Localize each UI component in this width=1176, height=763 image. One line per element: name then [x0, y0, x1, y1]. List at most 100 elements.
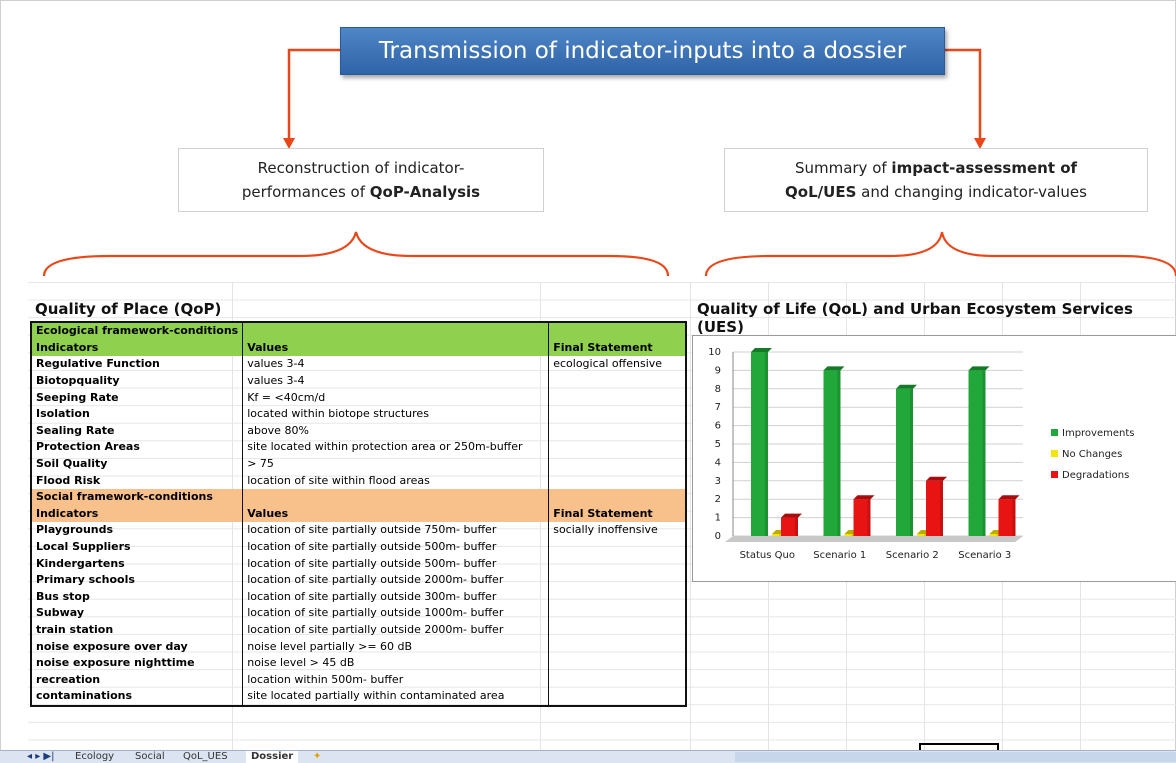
table-row-cell[interactable]: Sealing Rate: [31, 422, 244, 440]
table-row-cell[interactable]: location of site partially outside 500m-…: [242, 555, 550, 572]
table-row-cell[interactable]: [548, 472, 687, 489]
table-row-cell[interactable]: Regulative Function: [31, 356, 244, 373]
soc-header-row-cell[interactable]: Indicators: [31, 505, 244, 523]
table-row-cell[interactable]: [548, 389, 687, 406]
eco-header-row-cell[interactable]: Values: [242, 339, 550, 357]
table-row-cell[interactable]: noise exposure over day: [31, 638, 244, 655]
table-row-cell[interactable]: [548, 588, 687, 606]
tab-dossier[interactable]: Dossier: [246, 751, 299, 763]
eco-section-row-cell[interactable]: [242, 322, 550, 340]
table-row-cell[interactable]: Biotopquality: [31, 372, 244, 390]
eco-header-row-cell[interactable]: Final Statement: [548, 339, 687, 357]
table-row-cell[interactable]: noise level partially >= 60 dB: [242, 638, 550, 655]
table-row: train station location of site partially …: [31, 621, 687, 639]
table-row-cell[interactable]: values 3-4: [242, 372, 550, 390]
table-row: Kindergartens location of site partially …: [31, 555, 687, 572]
table-row-cell[interactable]: noise exposure nighttime: [31, 654, 244, 672]
eco-header-row-cell[interactable]: Indicators: [31, 339, 244, 357]
table-row-cell[interactable]: Protection Areas: [31, 439, 244, 456]
soc-header-row: Indicators Values Final Statement: [31, 505, 687, 523]
table-row-cell[interactable]: [548, 688, 687, 706]
soc-section-row-cell[interactable]: [242, 488, 550, 506]
table-row-cell[interactable]: location of site partially outside 2000m…: [242, 621, 550, 639]
eco-section-row-cell[interactable]: [548, 322, 687, 340]
bar-top: [853, 495, 875, 500]
table-row-cell[interactable]: Soil Quality: [31, 455, 244, 473]
bar-shadow: [940, 480, 943, 536]
table-row-cell[interactable]: [548, 605, 687, 622]
table-row-cell[interactable]: ecological offensive: [548, 356, 687, 373]
soc-header-row-cell[interactable]: Values: [242, 505, 550, 523]
table-row-cell[interactable]: Seeping Rate: [31, 389, 244, 406]
legend-swatch: [1051, 471, 1058, 478]
table-row-cell[interactable]: location of site within flood areas: [242, 472, 550, 489]
table-row-cell[interactable]: [548, 671, 687, 689]
table-row-cell[interactable]: location of site partially outside 2000m…: [242, 571, 550, 589]
soc-section-row-cell[interactable]: [548, 488, 687, 506]
table-row: Local Suppliers location of site partiall…: [31, 538, 687, 556]
table-row-cell[interactable]: site located partially within contaminat…: [242, 688, 550, 706]
table-row-cell[interactable]: [548, 638, 687, 655]
tab-nav-arrows[interactable]: ◂ ▸ ▶|: [22, 751, 59, 763]
x-tick-label: Scenario 1: [813, 550, 866, 561]
table-row-cell[interactable]: site located within protection area or 2…: [242, 439, 550, 456]
tab-ecology[interactable]: Ecology: [70, 751, 119, 763]
y-tick-label: 7: [715, 402, 721, 413]
new-sheet-icon[interactable]: ✦: [308, 751, 326, 763]
table-row-cell[interactable]: noise level > 45 dB: [242, 654, 550, 672]
table-row-cell[interactable]: above 80%: [242, 422, 550, 440]
table-row-cell[interactable]: recreation: [31, 671, 244, 689]
tab-social[interactable]: Social: [130, 751, 170, 763]
table-row-cell[interactable]: [548, 654, 687, 672]
table-row-cell[interactable]: socially inoffensive: [548, 522, 687, 539]
right-box-line2-suffix: and changing indicator-values: [856, 183, 1087, 201]
table-row-cell[interactable]: contaminations: [31, 688, 244, 706]
right-box-line1-prefix: Summary of: [794, 159, 892, 177]
eco-section-row-cell[interactable]: Ecological framework-conditions: [31, 322, 244, 340]
table-row-cell[interactable]: Kf = <40cm/d: [242, 389, 550, 406]
soc-section-row: Social framework-conditions: [31, 488, 687, 506]
qop-reconstruction-box: Reconstruction of indicator- performance…: [178, 148, 544, 212]
table-row-cell[interactable]: located within biotope structures: [242, 405, 550, 423]
table-row-cell[interactable]: Local Suppliers: [31, 538, 244, 556]
table-row-cell[interactable]: [548, 538, 687, 556]
table-row-cell[interactable]: Kindergartens: [31, 555, 244, 572]
table-row-cell[interactable]: [548, 372, 687, 390]
table-row-cell[interactable]: location of site partially outside 750m-…: [242, 522, 550, 539]
table-row-cell[interactable]: [548, 621, 687, 639]
table-row-cell[interactable]: [548, 422, 687, 440]
table-row: Subway location of site partially outside…: [31, 605, 687, 622]
table-row: Flood Risk location of site within flood …: [31, 472, 687, 489]
table-row-cell[interactable]: train station: [31, 621, 244, 639]
table-row: Seeping Rate Kf = <40cm/d: [31, 389, 687, 406]
table-row-cell[interactable]: Isolation: [31, 405, 244, 423]
table-row-cell[interactable]: values 3-4: [242, 356, 550, 373]
table-row-cell[interactable]: > 75: [242, 455, 550, 473]
table-row-cell[interactable]: [548, 439, 687, 456]
bar-top: [926, 476, 947, 481]
table-row-cell[interactable]: location of site partially outside 500m-…: [242, 538, 550, 556]
legend-label: No Changes: [1062, 449, 1122, 460]
bar-shadow: [910, 388, 913, 536]
table-row-cell[interactable]: [548, 405, 687, 423]
table-row-cell[interactable]: Subway: [31, 605, 244, 622]
table-row-cell[interactable]: location of site partially outside 300m-…: [242, 588, 550, 606]
soc-header-row-cell[interactable]: Final Statement: [548, 505, 687, 523]
tab-qol-ues[interactable]: QoL_UES: [178, 751, 233, 763]
table-row-cell[interactable]: Playgrounds: [31, 522, 244, 539]
table-row-cell[interactable]: Flood Risk: [31, 472, 244, 489]
table-row-cell[interactable]: [548, 455, 687, 473]
y-tick-label: 1: [715, 513, 721, 524]
table-row: Isolation located within biotope structur…: [31, 405, 687, 423]
y-tick-label: 10: [708, 347, 721, 358]
table-row-cell[interactable]: [548, 571, 687, 589]
table-row-cell[interactable]: location of site partially outside 1000m…: [242, 605, 550, 622]
horizontal-scrollbar[interactable]: [735, 752, 1176, 762]
table-row-cell[interactable]: [548, 555, 687, 572]
table-row-cell[interactable]: location within 500m- buffer: [242, 671, 550, 689]
table-row-cell[interactable]: Primary schools: [31, 571, 244, 589]
bar-shadow: [1012, 499, 1016, 536]
table-row-cell[interactable]: Bus stop: [31, 588, 244, 606]
soc-section-row-cell[interactable]: Social framework-conditions: [31, 488, 244, 506]
qol-chart[interactable]: 0 1 2 3 4 5 6 7 8 9 10 Status Quo Scenario 1 Scenario…: [692, 335, 1176, 582]
